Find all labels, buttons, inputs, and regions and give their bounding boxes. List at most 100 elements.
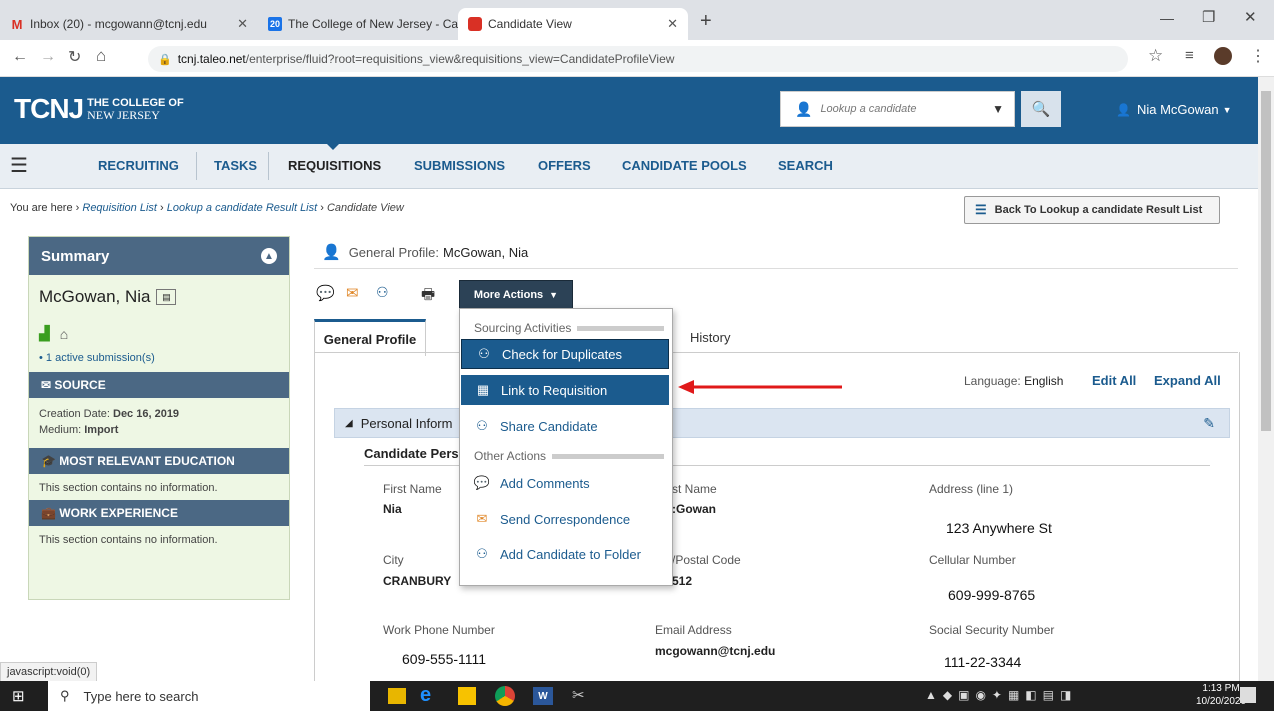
- comment-icon: 💬: [473, 475, 491, 490]
- close-icon[interactable]: ✕: [659, 16, 678, 32]
- taskbar-search-box[interactable]: ⚲ Type here to search: [48, 681, 370, 711]
- scrollbar-thumb[interactable]: [1261, 91, 1271, 431]
- more-actions-menu: Sourcing Activities ⚇ Check for Duplicate…: [459, 308, 673, 586]
- page-scrollbar[interactable]: [1258, 77, 1274, 681]
- add-to-folder-icon[interactable]: ⚇: [376, 284, 389, 301]
- add-to-folder-item[interactable]: ⚇ Add Candidate to Folder: [460, 539, 672, 569]
- file-explorer-icon[interactable]: [388, 688, 406, 704]
- browser-menu-icon[interactable]: ⋮: [1250, 46, 1266, 66]
- caret-down-icon: ▼: [1222, 104, 1232, 115]
- back-icon[interactable]: ←: [12, 48, 28, 66]
- source-header: ✉ SOURCE: [29, 372, 289, 398]
- minimize-icon[interactable]: —: [1160, 10, 1174, 26]
- tab-general-profile[interactable]: General Profile: [314, 319, 426, 356]
- taskbar-clock[interactable]: 1:13 PM 10/20/2020: [1196, 682, 1246, 708]
- active-submissions-link[interactable]: • 1 active submission(s): [29, 342, 289, 372]
- word-icon[interactable]: W: [533, 687, 553, 705]
- reload-icon[interactable]: ↻: [68, 47, 81, 67]
- window-close-icon[interactable]: ✕: [1244, 8, 1257, 26]
- menu-item-label: Share Candidate: [500, 418, 598, 434]
- envelope-icon[interactable]: ✉: [346, 284, 359, 302]
- summary-title: Summary: [41, 247, 110, 265]
- collapse-triangle-icon: ◢: [345, 417, 353, 429]
- breadcrumb-requisition-list[interactable]: Requisition List: [82, 202, 157, 214]
- nav-tasks[interactable]: TASKS: [214, 144, 257, 188]
- browser-tab-bar: M Inbox (20) - mcgowann@tcnj.edu ✕ 20 Th…: [0, 0, 1274, 40]
- menu-item-label: Link to Requisition: [501, 382, 608, 398]
- city-value: CRANBURY: [383, 574, 452, 588]
- expand-all-link[interactable]: Expand All: [1154, 373, 1221, 388]
- breadcrumb-lookup-results[interactable]: Lookup a candidate Result List: [167, 202, 317, 214]
- profile-heading: 👤 General Profile: McGowan, Nia: [314, 236, 1238, 269]
- nav-requisitions[interactable]: REQUISITIONS: [288, 144, 381, 188]
- signal-bars-icon: ▟: [39, 325, 50, 341]
- system-tray-icons[interactable]: ▲◆▣◉✦▦◧▤◨: [925, 688, 1077, 702]
- home-icon: ⌂: [59, 325, 69, 342]
- tcnj-logo[interactable]: TCNJ THE COLLEGE OF NEW JERSEY: [14, 93, 184, 125]
- url-path: /enterprise/fluid?root=requisitions_view…: [245, 52, 675, 66]
- chrome-icon[interactable]: [495, 686, 515, 706]
- chevron-down-icon[interactable]: ▼: [992, 102, 1004, 116]
- nav-separator: [268, 152, 269, 180]
- browser-tab-calendar[interactable]: 20 The College of New Jersey - Cale ✕: [258, 8, 458, 40]
- creation-date: Dec 16, 2019: [113, 408, 180, 420]
- send-correspondence-item[interactable]: ✉ Send Correspondence: [460, 504, 672, 534]
- forward-icon[interactable]: →: [40, 48, 56, 66]
- menu-item-label: Check for Duplicates: [502, 346, 622, 362]
- hamburger-menu-icon[interactable]: ☰: [10, 156, 28, 176]
- comment-icon[interactable]: 💬: [316, 284, 335, 302]
- menu-section-label: Sourcing Activities: [474, 321, 572, 335]
- source-header-label: SOURCE: [54, 378, 106, 392]
- tab-history[interactable]: History: [690, 330, 730, 345]
- back-to-results-button[interactable]: ☰ Back To Lookup a candidate Result List: [964, 196, 1220, 224]
- edge-icon[interactable]: e: [420, 684, 431, 707]
- summary-panel: Summary ▲ McGowan, Nia ▤ ▟ ⌂ • 1 active …: [28, 236, 290, 600]
- home-icon[interactable]: ⌂: [96, 46, 106, 66]
- browser-status-bar: javascript:void(0): [0, 662, 98, 683]
- close-icon[interactable]: ✕: [229, 16, 248, 32]
- breadcrumb-prefix: You are here: [10, 202, 73, 214]
- edit-all-link[interactable]: Edit All: [1092, 373, 1136, 388]
- share-candidate-item[interactable]: ⚇ Share Candidate: [460, 411, 672, 441]
- language-selector[interactable]: Language: English: [964, 374, 1063, 388]
- check-duplicates-item[interactable]: ⚇ Check for Duplicates: [461, 339, 669, 369]
- windows-start-icon[interactable]: ⊞: [12, 687, 25, 705]
- briefcase-icon: 💼: [41, 506, 60, 520]
- link-to-requisition-item[interactable]: ▦ Link to Requisition: [461, 375, 669, 405]
- new-tab-button[interactable]: +: [700, 10, 712, 33]
- address-value: 123 Anywhere St: [946, 520, 1052, 536]
- browser-tab-candidate-view[interactable]: Candidate View ✕: [458, 8, 688, 40]
- reading-list-icon[interactable]: ≡: [1185, 47, 1194, 64]
- lock-icon: 🔒: [158, 53, 172, 66]
- profile-avatar[interactable]: [1214, 47, 1232, 65]
- bookmark-star-icon[interactable]: ☆: [1148, 46, 1163, 66]
- search-button[interactable]: 🔍: [1021, 91, 1061, 127]
- nav-offers[interactable]: OFFERS: [538, 144, 591, 188]
- user-icon: 👤: [1116, 102, 1131, 117]
- snipping-tool-icon[interactable]: ✂: [572, 686, 585, 704]
- browser-tab-gmail[interactable]: M Inbox (20) - mcgowann@tcnj.edu ✕: [0, 8, 258, 40]
- contact-card-icon[interactable]: ▤: [156, 289, 177, 305]
- city-label: City: [383, 553, 404, 567]
- sticky-notes-icon[interactable]: [458, 687, 476, 705]
- nav-recruiting[interactable]: RECRUITING: [98, 144, 179, 188]
- cell-label: Cellular Number: [929, 553, 1016, 567]
- nav-search[interactable]: SEARCH: [778, 144, 833, 188]
- restore-icon[interactable]: ❐: [1202, 8, 1215, 26]
- pencil-edit-icon[interactable]: ✎: [1203, 415, 1215, 432]
- notification-icon[interactable]: [1240, 687, 1256, 703]
- cell-value: 609-999-8765: [948, 587, 1036, 603]
- print-icon[interactable]: 🖶: [421, 284, 435, 309]
- collapse-icon[interactable]: ▲: [261, 248, 277, 264]
- gmail-icon: M: [11, 16, 23, 32]
- nav-candidate-pools[interactable]: CANDIDATE POOLS: [622, 144, 747, 188]
- url-field[interactable]: 🔒 tcnj.taleo.net/enterprise/fluid?root=r…: [148, 46, 1128, 72]
- add-comments-item[interactable]: 💬 Add Comments: [460, 468, 672, 498]
- breadcrumb: You are here › Requisition List › Lookup…: [10, 202, 404, 214]
- candidate-lookup-box[interactable]: 👤 Lookup a candidate ▼: [780, 91, 1015, 127]
- menu-item-label: Send Correspondence: [500, 511, 631, 527]
- user-name: Nia McGowan: [1136, 102, 1219, 117]
- more-actions-button[interactable]: More Actions ▼: [459, 280, 573, 310]
- nav-submissions[interactable]: SUBMISSIONS: [414, 144, 505, 188]
- user-menu[interactable]: 👤 Nia McGowan ▼: [1116, 102, 1232, 117]
